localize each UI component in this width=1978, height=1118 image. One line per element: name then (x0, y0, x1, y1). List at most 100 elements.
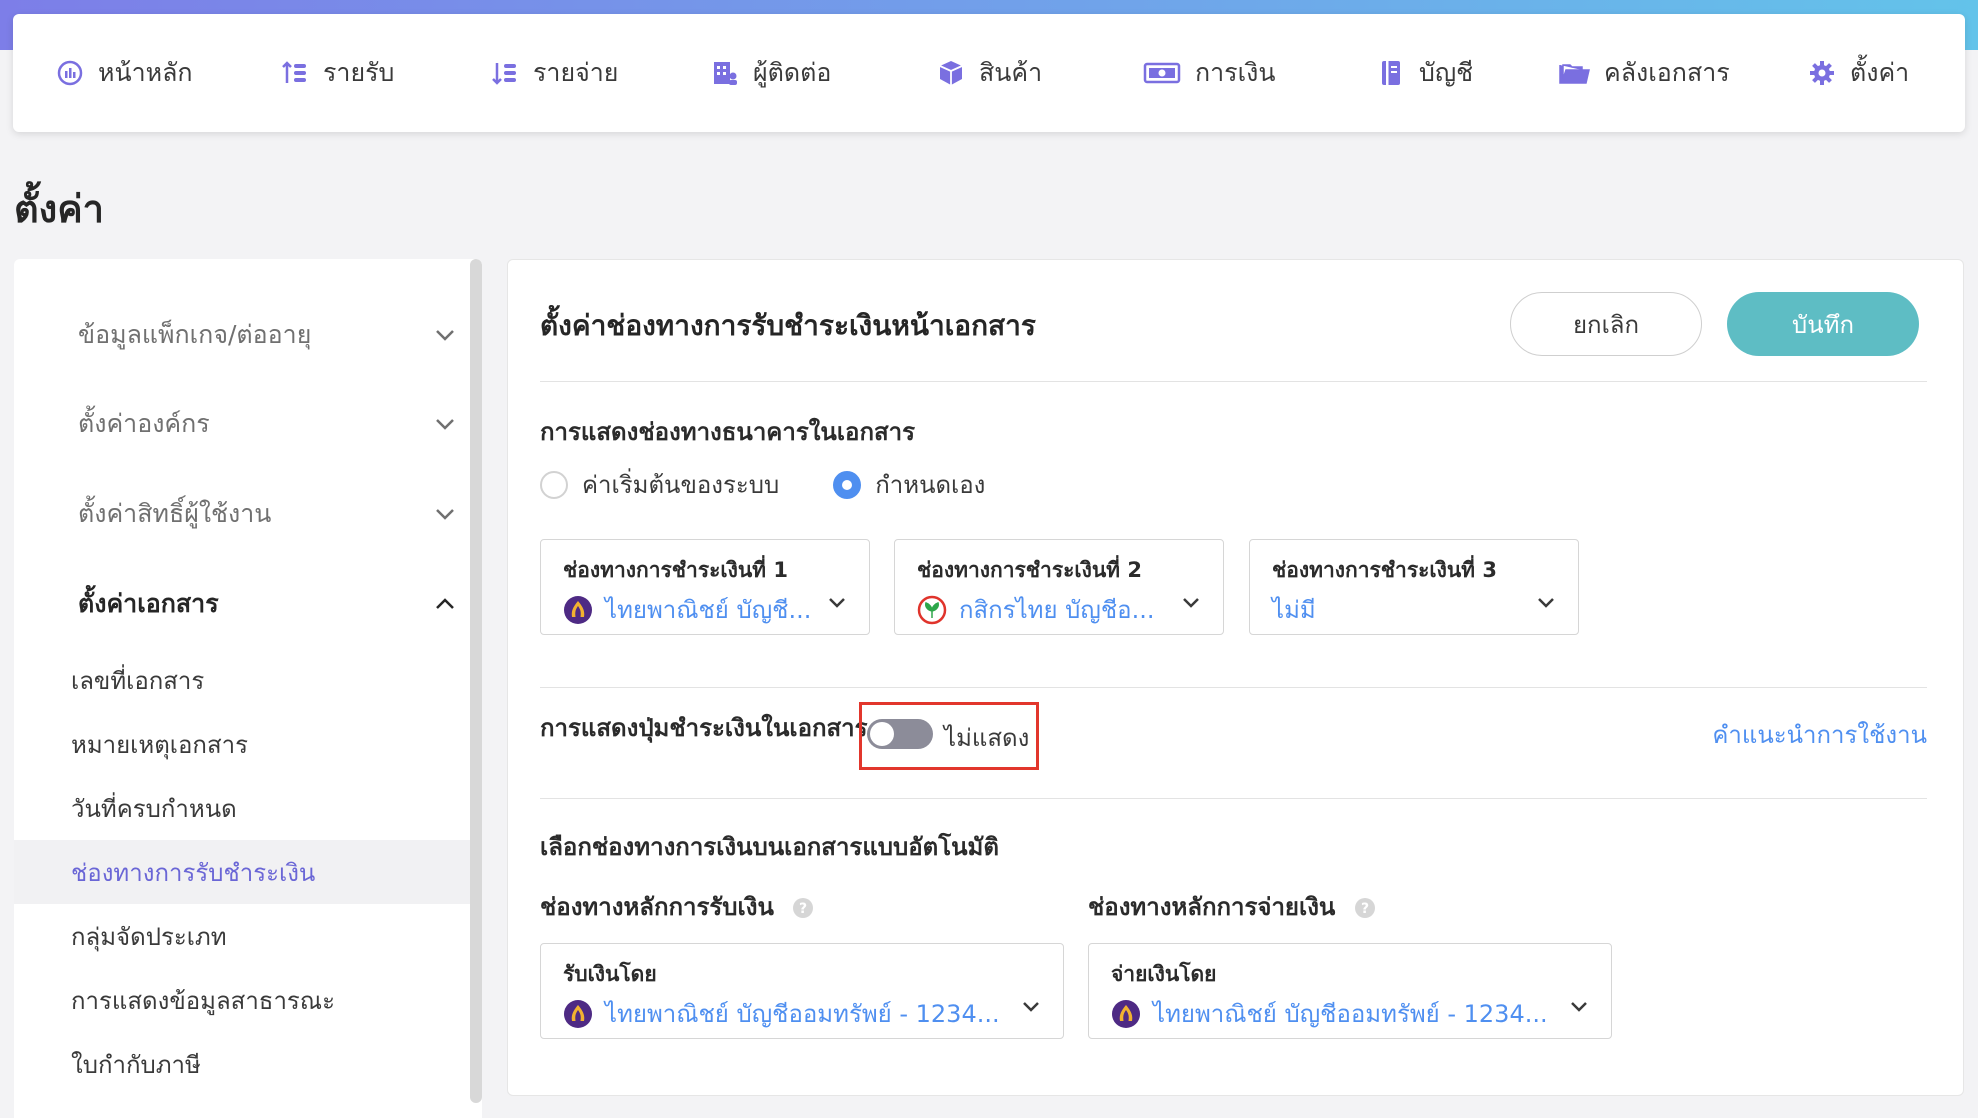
select-label: ช่องทางการชำระเงินที่ 2 (917, 558, 1142, 582)
cancel-button[interactable]: ยกเลิก (1510, 292, 1702, 356)
sidebar-item-document-number[interactable]: เลขที่เอกสาร (14, 648, 470, 712)
payment-button-toggle[interactable] (867, 719, 933, 749)
toggle-state-label: ไม่แสดง (944, 724, 1030, 752)
panel-title: ตั้งค่าช่องทางการรับชำระเงินหน้าเอกสาร (540, 309, 1036, 342)
nav-item-dashboard[interactable]: หน้าหลัก (56, 14, 193, 132)
sidebar-item-categories[interactable]: กลุ่มจัดประเภท (14, 904, 470, 968)
select-value: ไทยพาณิชย์ บัญชี... (563, 590, 811, 629)
chevron-down-icon (1183, 598, 1199, 608)
sidebar-item-due-date[interactable]: วันที่ครบกำหนด (14, 776, 470, 840)
settings-sidebar: ข้อมูลแพ็กเกจ/ต่ออายุ ตั้งค่าองค์กร ตั้ง… (14, 259, 482, 1118)
radio-circle-selected-icon (833, 470, 862, 499)
expense-icon (491, 59, 519, 87)
sidebar-item-document-notes[interactable]: หมายเหตุเอกสาร (14, 712, 470, 776)
receive-by-select[interactable]: รับเงินโดย ไทยพาณิชย์ บัญชีออมทรัพย์ - 1… (540, 943, 1064, 1039)
toggle-knob (870, 722, 894, 746)
chevron-down-icon (436, 330, 454, 341)
help-question-icon[interactable]: ? (1354, 897, 1376, 919)
select-value: ไม่มี (1272, 590, 1316, 629)
select-value-text: ไทยพาณิชย์ บัญชีออมทรัพย์ - 1234... (1153, 1000, 1548, 1028)
select-label: ช่องทางการชำระเงินที่ 3 (1272, 558, 1497, 582)
nav-item-contacts[interactable]: ผู้ติดต่อ (711, 14, 831, 132)
chevron-down-icon (1023, 1002, 1039, 1012)
nav-item-documents[interactable]: คลังเอกสาร (1558, 14, 1730, 132)
radio-circle-icon (540, 470, 568, 499)
sidebar-item-payment-channels[interactable]: ช่องทางการรับชำระเงิน (14, 840, 470, 904)
nav-item-expense[interactable]: รายจ่าย (491, 14, 618, 132)
folder-icon (1558, 59, 1590, 87)
payment-button-row: การแสดงปุ่มชำระเงินในเอกสาร (540, 708, 868, 747)
receive-heading-text: ช่องทางหลักการรับเงิน (540, 893, 774, 921)
chevron-up-icon (436, 598, 454, 609)
select-label: รับเงินโดย (563, 962, 657, 986)
nav-label-dashboard: หน้าหลัก (98, 58, 193, 87)
help-question-icon[interactable]: ? (792, 897, 814, 919)
dashboard-icon (56, 59, 84, 87)
nav-item-accounting[interactable]: บัญชี (1377, 14, 1473, 132)
sidebar-group-label: ตั้งค่าเอกสาร (78, 589, 219, 618)
select-label: จ่ายเงินโดย (1111, 962, 1217, 986)
sidebar-group-organization[interactable]: ตั้งค่าองค์กร (78, 399, 458, 449)
scb-logo-icon (1112, 999, 1140, 1028)
nav-item-finance[interactable]: การเงิน (1143, 14, 1275, 132)
nav-label-income: รายรับ (323, 58, 395, 87)
nav-label-documents: คลังเอกสาร (1604, 58, 1730, 87)
scb-logo-icon (564, 999, 592, 1028)
select-value: กสิกรไทย บัญชีอ... (917, 590, 1154, 629)
gear-icon (1808, 59, 1836, 87)
select-label: ช่องทางการชำระเงินที่ 1 (563, 558, 788, 582)
divider (540, 687, 1927, 688)
top-navigation: หน้าหลัก รายรับ รายจ่าย ผู้ติดต่อ สินค้า… (13, 14, 1965, 132)
usage-guide-link[interactable]: คำแนะนำการใช้งาน (1712, 715, 1927, 754)
chevron-down-icon (436, 419, 454, 430)
income-icon (281, 59, 309, 87)
select-value: ไทยพาณิชย์ บัญชีออมทรัพย์ - 1234... (1111, 994, 1548, 1033)
pay-heading: ช่องทางหลักการจ่ายเงิน ? (1088, 887, 1376, 926)
nav-label-expense: รายจ่าย (533, 58, 619, 87)
sidebar-group-package[interactable]: ข้อมูลแพ็กเกจ/ต่ออายุ (78, 310, 458, 360)
product-box-icon (937, 59, 965, 87)
sidebar-group-label: ข้อมูลแพ็กเกจ/ต่ออายุ (78, 320, 312, 349)
chevron-down-icon (829, 598, 845, 608)
nav-label-contacts: ผู้ติดต่อ (753, 58, 832, 87)
nav-item-products[interactable]: สินค้า (937, 14, 1042, 132)
svg-text:?: ? (799, 901, 807, 917)
sidebar-item-public-info[interactable]: การแสดงข้อมูลสาธารณะ (14, 968, 470, 1032)
nav-item-settings[interactable]: ตั้งค่า (1808, 14, 1909, 132)
nav-label-settings: ตั้งค่า (1850, 58, 1910, 87)
payment-channel-settings-panel: ตั้งค่าช่องทางการรับชำระเงินหน้าเอกสาร ย… (507, 259, 1964, 1096)
chevron-down-icon (436, 509, 454, 520)
chevron-down-icon (1538, 598, 1554, 608)
select-value-text: ไม่มี (1272, 596, 1316, 624)
sidebar-group-documents[interactable]: ตั้งค่าเอกสาร (78, 579, 458, 629)
sidebar-item-tax-invoice[interactable]: ใบกำกับภาษี (14, 1032, 470, 1096)
select-value-text: กสิกรไทย บัญชีอ... (959, 596, 1155, 624)
svg-text:?: ? (1361, 901, 1369, 917)
select-value-text: ไทยพาณิชย์ บัญชีออมทรัพย์ - 1234... (605, 1000, 1000, 1028)
sidebar-group-label: ตั้งค่าองค์กร (78, 409, 210, 438)
ledger-icon (1377, 59, 1405, 87)
pay-by-select[interactable]: จ่ายเงินโดย ไทยพาณิชย์ บัญชีออมทรัพย์ - … (1088, 943, 1612, 1039)
chevron-down-icon (1571, 1002, 1587, 1012)
payment-button-label: การแสดงปุ่มชำระเงินในเอกสาร (540, 714, 868, 742)
radio-label: กำหนดเอง (875, 471, 986, 499)
sidebar-scrollbar[interactable] (470, 259, 482, 1103)
divider (540, 381, 1927, 382)
radio-system-default[interactable]: ค่าเริ่มต้นของระบบ (540, 465, 779, 504)
kbank-logo-icon (917, 595, 947, 624)
nav-item-income[interactable]: รายรับ (281, 14, 394, 132)
nav-label-accounting: บัญชี (1419, 58, 1474, 87)
receive-heading: ช่องทางหลักการรับเงิน ? (540, 887, 814, 926)
radio-custom[interactable]: กำหนดเอง (833, 465, 985, 504)
sidebar-group-label: ตั้งค่าสิทธิ์ผู้ใช้งาน (78, 499, 272, 528)
select-value-text: ไทยพาณิชย์ บัญชี... (605, 596, 812, 624)
payment-channel-2-select[interactable]: ช่องทางการชำระเงินที่ 2 กสิกรไทย บัญชีอ.… (894, 539, 1224, 635)
save-button[interactable]: บันทึก (1727, 292, 1919, 356)
divider (540, 798, 1927, 799)
page-title: ตั้งค่า (14, 187, 104, 231)
payment-channel-3-select[interactable]: ช่องทางการชำระเงินที่ 3 ไม่มี (1249, 539, 1579, 635)
sidebar-group-permissions[interactable]: ตั้งค่าสิทธิ์ผู้ใช้งาน (78, 489, 458, 539)
payment-channel-1-select[interactable]: ช่องทางการชำระเงินที่ 1 ไทยพาณิชย์ บัญชี… (540, 539, 870, 635)
contacts-icon (711, 59, 739, 87)
pay-heading-text: ช่องทางหลักการจ่ายเงิน (1088, 893, 1336, 921)
